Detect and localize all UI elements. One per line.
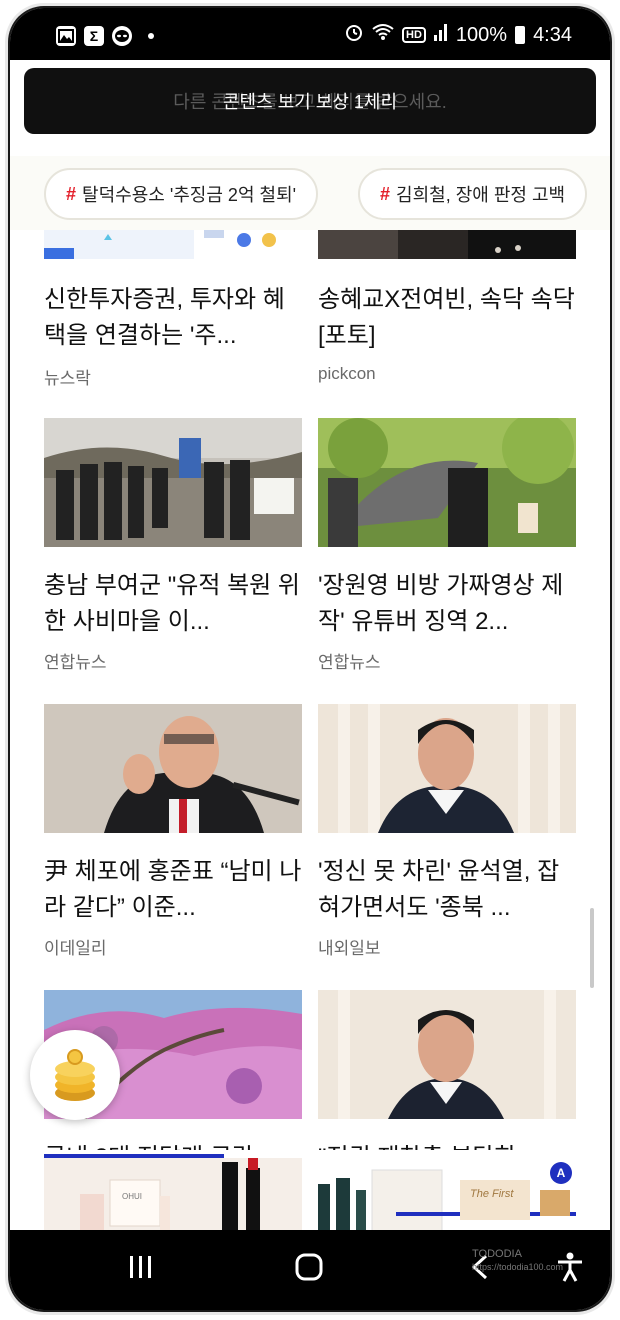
status-left-icons: Σ bbox=[56, 26, 154, 46]
hd-voice-indicator: HD bbox=[402, 27, 426, 43]
recent-apps-button[interactable] bbox=[126, 1252, 156, 1282]
toast-message: 콘텐츠 보기 보상 1체리 bbox=[222, 92, 398, 112]
coin-stack-icon bbox=[55, 1049, 95, 1101]
system-nav-bar: TODODIA https://tododia100.com bbox=[10, 1230, 610, 1310]
article-source: 연합뉴스 bbox=[318, 653, 381, 672]
hash-symbol: # bbox=[66, 183, 77, 204]
gallery-icon bbox=[56, 26, 76, 46]
screen: Σ HD 100% 4:34 다른 콘텐츠를 보고 체리를 받으세요. 콘텐츠 … bbox=[0, 0, 620, 1320]
clock: 4:34 bbox=[533, 23, 572, 46]
article-thumbnail[interactable] bbox=[318, 704, 576, 833]
hashtag-chip[interactable]: # 탈덕수용소 '추징금 2억 철퇴' bbox=[44, 168, 319, 220]
hashtag-chip[interactable]: # 김희철, 장애 판정 고백 bbox=[358, 168, 588, 220]
article-title[interactable]: 송혜교X전여빈, 속닥 속닥 [포토] bbox=[318, 282, 580, 354]
notification-dot bbox=[148, 33, 154, 39]
hashtag-label: 탈덕수용소 '추징금 2억 철퇴' bbox=[82, 185, 297, 205]
scrollbar[interactable] bbox=[590, 908, 594, 988]
ad-banner[interactable]: OHUI The First A bbox=[10, 1150, 610, 1238]
ad-brand-text: OHUI bbox=[122, 1192, 142, 1201]
accessibility-button[interactable] bbox=[556, 1252, 584, 1282]
hash-symbol: # bbox=[380, 183, 391, 204]
alien-icon bbox=[112, 26, 132, 46]
recent-apps-icon bbox=[130, 1256, 151, 1278]
battery-icon bbox=[515, 26, 526, 44]
alarm-icon bbox=[344, 22, 364, 48]
sigma-icon: Σ bbox=[84, 26, 104, 46]
home-icon bbox=[295, 1253, 323, 1281]
ad-badge[interactable]: A bbox=[550, 1162, 572, 1184]
home-button[interactable] bbox=[294, 1252, 324, 1282]
article-source: 연합뉴스 bbox=[44, 653, 107, 672]
cherry-reward-button[interactable] bbox=[30, 1030, 120, 1120]
reward-toast: 다른 콘텐츠를 보고 체리를 받으세요. 콘텐츠 보기 보상 1체리 bbox=[24, 68, 596, 134]
article-title[interactable]: 신한투자증권, 투자와 혜택을 연결하는 '주... bbox=[44, 282, 306, 354]
hashtag-bar: # 탈덕수용소 '추징금 2억 철퇴' # 김희철, 장애 판정 고백 bbox=[10, 156, 610, 230]
battery-percent: 100% bbox=[455, 23, 508, 46]
article-thumbnail[interactable] bbox=[44, 418, 302, 547]
article-thumbnail[interactable] bbox=[318, 418, 576, 547]
article-title[interactable]: '정신 못 차린' 윤석열, 잡혀가면서도 '종북 ... bbox=[318, 854, 580, 926]
article-thumbnail[interactable] bbox=[44, 230, 302, 259]
wifi-icon bbox=[372, 23, 394, 47]
article-thumbnail[interactable] bbox=[318, 990, 576, 1119]
ad-product-text: The First bbox=[470, 1188, 514, 1200]
article-title[interactable]: 충남 부여군 "유적 복원 위한 사비마을 이... bbox=[44, 568, 306, 640]
article-source: pickcon bbox=[318, 364, 376, 383]
status-right: HD 100% 4:34 bbox=[344, 22, 572, 48]
article-source: 내외일보 bbox=[318, 939, 381, 958]
signal-icon bbox=[433, 23, 448, 47]
phone-frame: Σ HD 100% 4:34 다른 콘텐츠를 보고 체리를 받으세요. 콘텐츠 … bbox=[10, 8, 610, 1310]
watermark: TODODIA https://tododia100.com bbox=[472, 1248, 563, 1274]
article-title[interactable]: '장원영 비방 가짜영상 제작' 유튜버 징역 2... bbox=[318, 568, 580, 640]
status-bar: Σ HD 100% 4:34 bbox=[10, 8, 610, 60]
article-thumbnail[interactable] bbox=[44, 704, 302, 833]
article-title[interactable]: 尹 체포에 홍준표 “남미 나라 같다” 이준... bbox=[44, 854, 306, 926]
article-source: 이데일리 bbox=[44, 939, 107, 958]
accessibility-icon bbox=[558, 1252, 582, 1282]
article-source: 뉴스락 bbox=[44, 369, 91, 388]
watermark-line2: https://tododia100.com bbox=[472, 1262, 564, 1272]
hashtag-label: 김희철, 장애 판정 고백 bbox=[396, 185, 566, 205]
article-thumbnail[interactable] bbox=[318, 230, 576, 259]
watermark-line1: TODODIA bbox=[472, 1248, 522, 1260]
